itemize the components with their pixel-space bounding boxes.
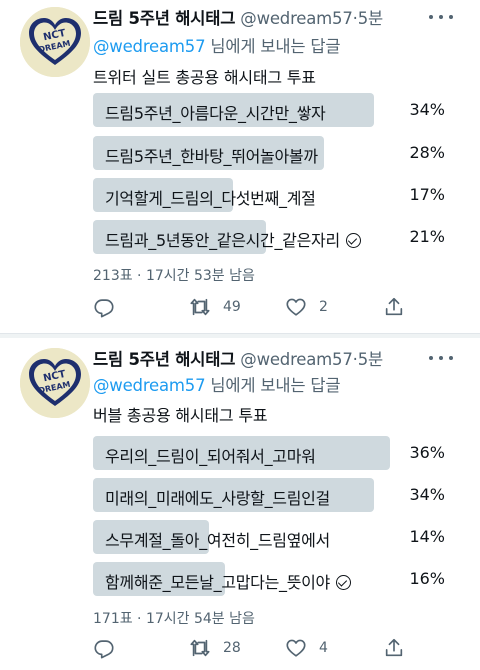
reply-context: @wedream57 님에게 보내는 답글 [93, 372, 341, 396]
retweet-icon [190, 298, 210, 316]
reply-button[interactable] [93, 636, 127, 660]
avatar[interactable]: NCT DREAM [20, 348, 90, 418]
display-name[interactable]: 드림 5주년 해시태그 [93, 9, 235, 28]
poll-option-percent: 36% [409, 443, 445, 462]
retweet-icon [190, 639, 210, 657]
retweet-button[interactable]: 49 [189, 295, 241, 319]
share-icon [385, 638, 403, 657]
tweet-text: 버블 총공용 해시태그 투표 [93, 406, 268, 425]
tweet-actions: 49 2 [93, 295, 423, 319]
poll-meta: 171표 · 17시간 54분 남음 [93, 611, 255, 627]
poll-option-label: 스무계절_돌아_여전히_드림옆에서 [105, 531, 330, 550]
tweet-author[interactable]: 드림 5주년 해시태그 @wedream57·5분 [93, 5, 383, 29]
retweet-count: 49 [223, 299, 241, 315]
poll-option-label: 드림과_5년동안_같은시간_같은자리 [105, 227, 361, 251]
display-name[interactable]: 드림 5주년 해시태그 [93, 350, 235, 369]
poll-option: 우리의_드림이_되어줘서_고마워 36% [93, 436, 455, 470]
poll-option-percent: 16% [409, 569, 445, 588]
poll-option-label: 함께해준_모든날_고맙다는_뜻이야 [105, 569, 351, 593]
share-icon [385, 297, 403, 316]
poll-option: 기억할게_드림의_다섯번째_계절 17% [93, 178, 455, 212]
poll-option-label: 드림5주년_한바탕_뛰어놀아볼까 [105, 147, 318, 166]
share-button[interactable] [383, 295, 405, 319]
timestamp[interactable]: 5분 [358, 9, 383, 28]
nct-dream-heart-logo-icon: NCT DREAM [20, 7, 90, 77]
reply-mention-link[interactable]: @wedream57 [93, 376, 206, 395]
more-options-icon[interactable] [428, 351, 454, 365]
poll-option: 드림5주년_아름다운_시간만_쌓자 34% [93, 93, 455, 127]
nct-dream-heart-logo-icon: NCT DREAM [20, 348, 90, 418]
tweet-text: 트위터 실트 총공용 해시태그 투표 [93, 68, 316, 87]
poll-option: 드림과_5년동안_같은시간_같은자리 21% [93, 220, 455, 254]
poll-option-percent: 21% [409, 227, 445, 246]
poll-option: 미래의_미래에도_사랑할_드림인걸 34% [93, 478, 455, 512]
poll-option: 함께해준_모든날_고맙다는_뜻이야 16% [93, 562, 455, 596]
voted-check-icon [345, 233, 361, 248]
retweet-button[interactable]: 28 [189, 636, 241, 660]
poll-option-percent: 17% [409, 185, 445, 204]
retweet-count: 28 [223, 640, 241, 656]
poll-option: 드림5주년_한바탕_뛰어놀아볼까 28% [93, 136, 455, 170]
avatar[interactable]: NCT DREAM [20, 7, 90, 77]
poll-option-label: 우리의_드림이_되어줘서_고마워 [105, 447, 316, 466]
tweet-author[interactable]: 드림 5주년 해시태그 @wedream57·5분 [93, 346, 383, 370]
poll-option-label: 기억할게_드림의_다섯번째_계절 [105, 189, 316, 208]
tweet[interactable]: NCT DREAM 드림 5주년 해시태그 @wedream57·5분 @wed… [0, 338, 480, 670]
reply-icon [94, 640, 114, 659]
tweet[interactable]: NCT DREAM 드림 5주년 해시태그 @wedream57·5분 @wed… [0, 0, 480, 333]
tweet-actions: 28 4 [93, 636, 423, 660]
like-count: 4 [319, 640, 328, 656]
reply-icon [94, 299, 114, 318]
reply-suffix: 님에게 보내는 답글 [210, 376, 341, 395]
poll-option-percent: 28% [409, 143, 445, 162]
poll-option: 스무계절_돌아_여전히_드림옆에서 14% [93, 520, 455, 554]
poll-option-label: 드림5주년_아름다운_시간만_쌓자 [105, 104, 326, 123]
poll-option-percent: 34% [409, 485, 445, 504]
more-options-icon[interactable] [428, 10, 454, 24]
like-button[interactable]: 2 [285, 295, 328, 319]
reply-button[interactable] [93, 295, 127, 319]
reply-context: @wedream57 님에게 보내는 답글 [93, 33, 341, 57]
poll-option-percent: 34% [409, 100, 445, 119]
poll-meta: 213표 · 17시간 53분 남음 [93, 268, 255, 284]
poll-option-percent: 14% [409, 527, 445, 546]
user-handle[interactable]: @wedream57 [240, 9, 353, 28]
share-button[interactable] [383, 636, 405, 660]
like-count: 2 [319, 299, 328, 315]
reply-mention-link[interactable]: @wedream57 [93, 37, 206, 56]
voted-check-icon [335, 575, 351, 590]
poll-option-label: 미래의_미래에도_사랑할_드림인걸 [105, 489, 330, 508]
heart-icon [286, 639, 306, 657]
reply-suffix: 님에게 보내는 답글 [210, 37, 341, 56]
timestamp[interactable]: 5분 [358, 350, 383, 369]
user-handle[interactable]: @wedream57 [240, 350, 353, 369]
like-button[interactable]: 4 [285, 636, 328, 660]
heart-icon [286, 298, 306, 316]
